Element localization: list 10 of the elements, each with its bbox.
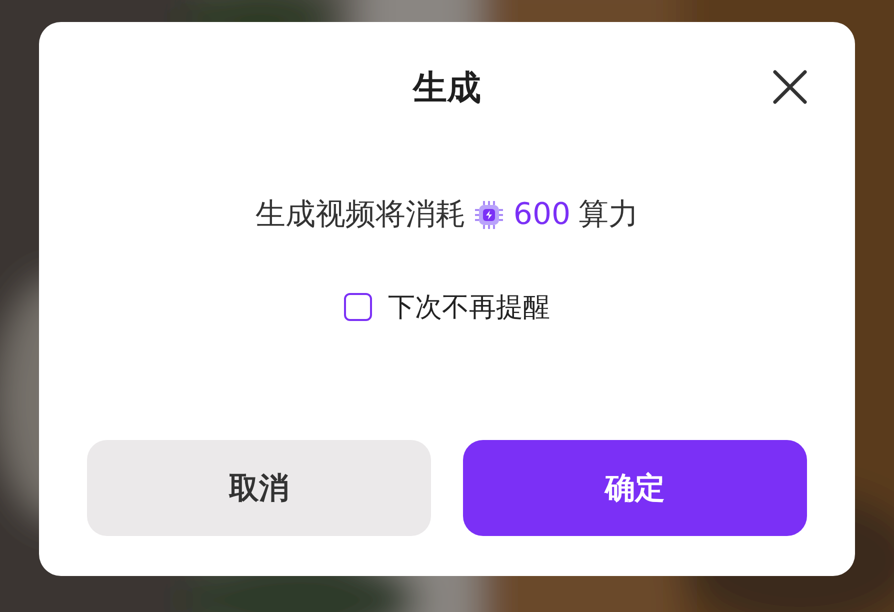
message-text: 生成视频将消耗 — [255, 196, 466, 234]
close-icon — [772, 69, 808, 105]
cancel-button[interactable]: 取消 — [87, 440, 431, 536]
credit-amount: 600 — [513, 197, 571, 232]
checkbox-label: 下次不再提醒 — [388, 291, 550, 325]
reminder-checkbox[interactable] — [344, 293, 372, 321]
confirm-button[interactable]: 确定 — [463, 440, 807, 536]
dialog-title: 生成 — [413, 67, 481, 110]
chip-icon — [473, 198, 506, 230]
credit-unit: 算力 — [578, 196, 639, 234]
